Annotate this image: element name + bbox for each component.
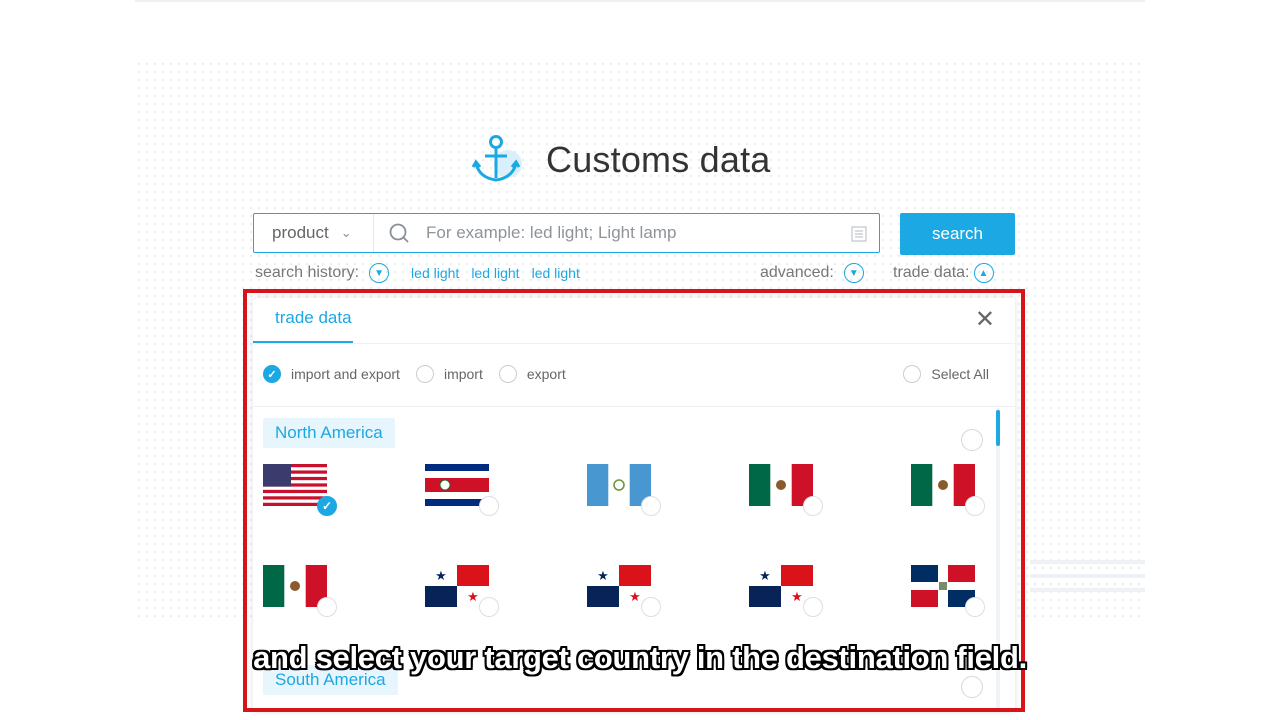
chevron-down-icon[interactable]: ▼: [369, 263, 390, 283]
advanced-toggle[interactable]: advanced: ▼: [760, 263, 864, 283]
list-icon[interactable]: [851, 226, 867, 242]
search-icon: [389, 223, 409, 243]
search-bar: product ⌄: [253, 213, 880, 253]
chevron-down-icon[interactable]: ▼: [843, 263, 864, 283]
advanced-label: advanced:: [760, 264, 834, 281]
history-tag[interactable]: led light: [532, 265, 580, 281]
video-caption: and select your target country in the de…: [253, 640, 1027, 675]
search-history: search history: ▼ led light led light le…: [255, 263, 580, 283]
search-history-label: search history:: [255, 264, 360, 281]
trade-data-label: trade data:: [893, 264, 970, 281]
chevron-down-icon: ⌄: [340, 225, 352, 240]
background-decoration: [1030, 560, 1145, 620]
history-tag[interactable]: led light: [471, 265, 519, 281]
top-divider: [135, 0, 1145, 2]
trade-data-toggle[interactable]: trade data: ▲: [893, 263, 994, 283]
search-button[interactable]: search: [900, 213, 1015, 255]
category-select-value: product: [272, 223, 329, 242]
brand-header: Customs data: [472, 134, 771, 186]
search-input[interactable]: [424, 222, 828, 244]
category-select[interactable]: product ⌄: [254, 214, 374, 252]
chevron-down-icon[interactable]: ▲: [973, 263, 994, 283]
history-tag[interactable]: led light: [411, 265, 459, 281]
anchor-icon: [472, 135, 522, 182]
page-title: Customs data: [546, 139, 771, 180]
